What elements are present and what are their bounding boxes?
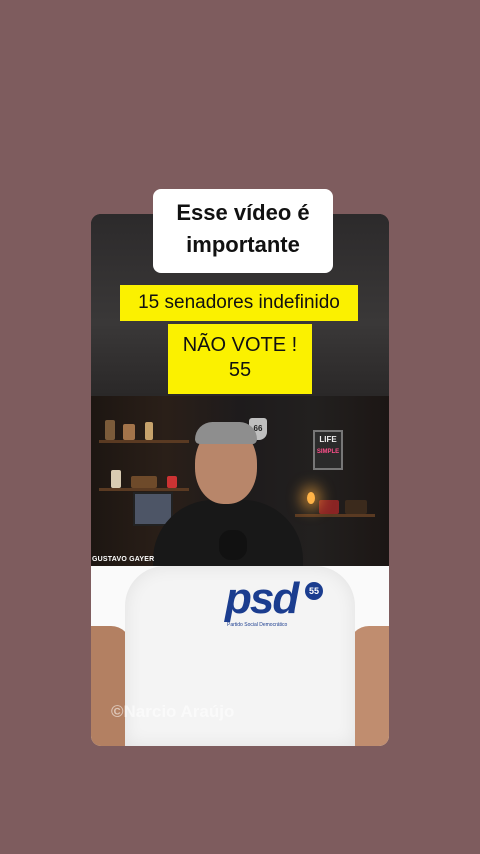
- do-not-vote-banner: NÃO VOTE ! 55: [168, 324, 312, 394]
- shelf-box: [345, 500, 367, 514]
- shirt-image: psd 55 Partido Social Democrático ©Narci…: [91, 566, 389, 746]
- microphone: [219, 530, 247, 560]
- shelf: [99, 488, 189, 491]
- shelf-figure: [123, 424, 135, 440]
- title-line1: Esse vídeo é: [176, 200, 310, 225]
- party-full-name: Partido Social Democrático: [227, 622, 288, 628]
- title-caption: Esse vídeo é importante: [153, 189, 333, 273]
- party-number-badge: 55: [305, 582, 323, 600]
- watermark: ©Narcio Araújo: [111, 702, 235, 721]
- life-sign-line2: SIMPLE: [316, 449, 340, 455]
- shelf-cup: [167, 476, 177, 488]
- presenter-name-tag: GUSTAVO GAYER: [92, 556, 155, 563]
- life-sign-line1: LIFE: [319, 435, 337, 444]
- do-not-vote-line1: NÃO VOTE !: [182, 334, 298, 356]
- psd-logo-text: psd: [225, 574, 299, 623]
- shelf: [295, 514, 375, 517]
- shelf-figure: [105, 420, 115, 440]
- shelf-figure: [111, 470, 121, 488]
- psd-logo: psd 55 Partido Social Democrático: [225, 574, 335, 630]
- video-frame-studio: 66 LIFE SIMPLE GUSTAVO GAYER: [91, 396, 389, 566]
- presenter-hair: [195, 422, 257, 444]
- shelf: [99, 440, 189, 443]
- arm-right: [349, 626, 389, 746]
- shelf-box: [131, 476, 157, 488]
- lamp-light: [307, 492, 315, 504]
- do-not-vote-line2: 55: [228, 359, 252, 381]
- life-simple-sign: LIFE SIMPLE: [313, 430, 343, 470]
- shelf-figure: [145, 422, 153, 440]
- senators-banner: 15 senadores indefinido: [120, 285, 358, 321]
- title-line2: importante: [186, 232, 300, 257]
- shelf-box: [319, 500, 339, 514]
